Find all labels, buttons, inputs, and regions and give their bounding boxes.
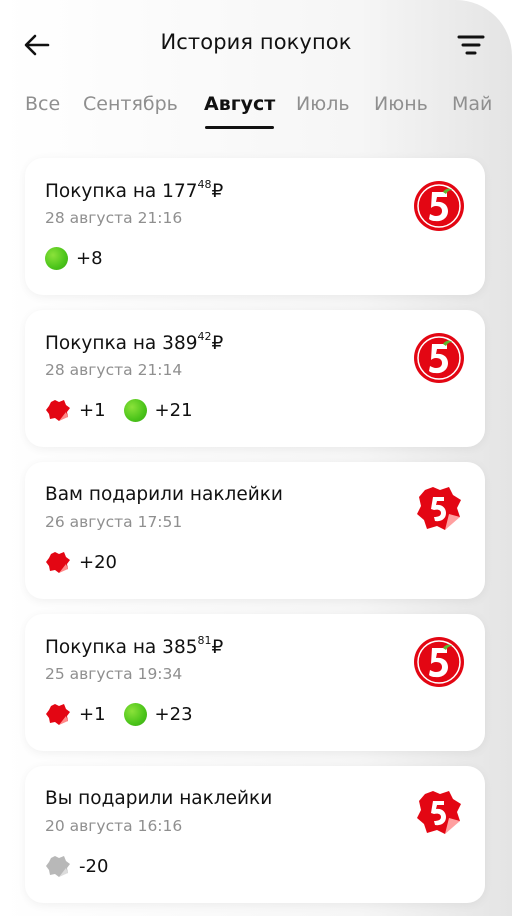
rewards-row: +1 +21 xyxy=(45,396,211,424)
tab-september[interactable]: Сентябрь xyxy=(83,93,178,115)
pyaterochka-logo-icon xyxy=(414,333,464,383)
pyaterochka-logo-icon xyxy=(414,637,464,687)
screen: История покупок Все Сентябрь Август Июль… xyxy=(0,0,512,916)
sticker-reward: +1 xyxy=(45,702,106,726)
sticker-reward: -20 xyxy=(45,854,108,878)
rewards-row: +8 xyxy=(45,244,121,272)
gift-card[interactable]: Вы подарили наклейки 20 августа 16:16 -2… xyxy=(25,766,485,903)
sticker-icon xyxy=(46,704,70,725)
header: История покупок xyxy=(0,0,512,86)
purchase-title: Покупка на 38581₽ xyxy=(45,634,224,659)
sticker-icon xyxy=(46,400,70,421)
purchase-title: Покупка на 17748₽ xyxy=(45,178,224,203)
sticker-gray-icon xyxy=(46,856,70,877)
tab-may[interactable]: Май xyxy=(452,93,492,115)
sticker-reward: +20 xyxy=(45,550,117,574)
gift-date: 20 августа 16:16 xyxy=(45,817,183,835)
reward-value: +21 xyxy=(154,399,193,421)
purchase-title-prefix: Покупка на xyxy=(45,333,157,355)
rewards-row: +1 +23 xyxy=(45,700,211,728)
gift-title: Вы подарили наклейки xyxy=(45,788,273,809)
gift-title: Вам подарили наклейки xyxy=(45,484,283,505)
points-dot-icon xyxy=(123,398,147,422)
amount-kopecks: 81 xyxy=(197,634,212,647)
reward-value: +1 xyxy=(79,399,106,421)
amount-main: 385 xyxy=(162,637,198,659)
currency-sign: ₽ xyxy=(211,333,224,355)
purchase-title-prefix: Покупка на xyxy=(45,637,157,659)
amount-kopecks: 48 xyxy=(197,178,212,191)
sticker-icon xyxy=(46,552,70,573)
points-reward: +23 xyxy=(123,702,193,726)
pyaterochka-logo-icon xyxy=(414,181,464,231)
purchase-title: Покупка на 38942₽ xyxy=(45,330,224,355)
sticker-reward: +1 xyxy=(45,398,106,422)
rewards-row: +20 xyxy=(45,548,135,576)
reward-value: +8 xyxy=(76,247,103,269)
month-tabs: Все Сентябрь Август Июль Июнь Май xyxy=(0,88,512,132)
currency-sign: ₽ xyxy=(211,637,224,659)
purchase-card[interactable]: Покупка на 38581₽ 25 августа 19:34 +1 +2… xyxy=(25,614,485,751)
sticker-logo-icon xyxy=(417,487,461,530)
points-reward: +21 xyxy=(123,398,193,422)
reward-value: +20 xyxy=(79,551,117,573)
tab-july[interactable]: Июль xyxy=(296,93,350,115)
filter-button[interactable] xyxy=(454,28,488,62)
gift-date: 26 августа 17:51 xyxy=(45,513,183,531)
purchase-date: 28 августа 21:16 xyxy=(45,209,183,227)
amount-main: 177 xyxy=(162,181,198,203)
amount-main: 389 xyxy=(162,333,198,355)
active-tab-indicator xyxy=(205,126,274,129)
filter-lines-icon xyxy=(457,35,485,55)
amount-kopecks: 42 xyxy=(197,330,212,343)
tab-june[interactable]: Июнь xyxy=(374,93,428,115)
gift-card[interactable]: Вам подарили наклейки 26 августа 17:51 +… xyxy=(25,462,485,599)
sticker-logo-icon xyxy=(417,791,461,834)
reward-value: -20 xyxy=(79,855,109,877)
reward-value: +23 xyxy=(154,703,193,725)
purchase-date: 28 августа 21:14 xyxy=(45,361,183,379)
purchase-card[interactable]: Покупка на 38942₽ 28 августа 21:14 +1 +2… xyxy=(25,310,485,447)
currency-sign: ₽ xyxy=(211,181,224,203)
tab-august[interactable]: Август xyxy=(204,93,275,115)
points-dot-icon xyxy=(123,702,147,726)
purchase-card[interactable]: Покупка на 17748₽ 28 августа 21:16 +8 xyxy=(25,158,485,295)
points-dot-icon xyxy=(45,246,68,270)
reward-value: +1 xyxy=(79,703,106,725)
purchase-date: 25 августа 19:34 xyxy=(45,665,183,683)
rewards-row: -20 xyxy=(45,852,126,880)
purchase-title-prefix: Покупка на xyxy=(45,181,157,203)
page-title: История покупок xyxy=(160,30,352,54)
points-reward: +8 xyxy=(45,246,103,270)
tab-all[interactable]: Все xyxy=(25,93,60,115)
